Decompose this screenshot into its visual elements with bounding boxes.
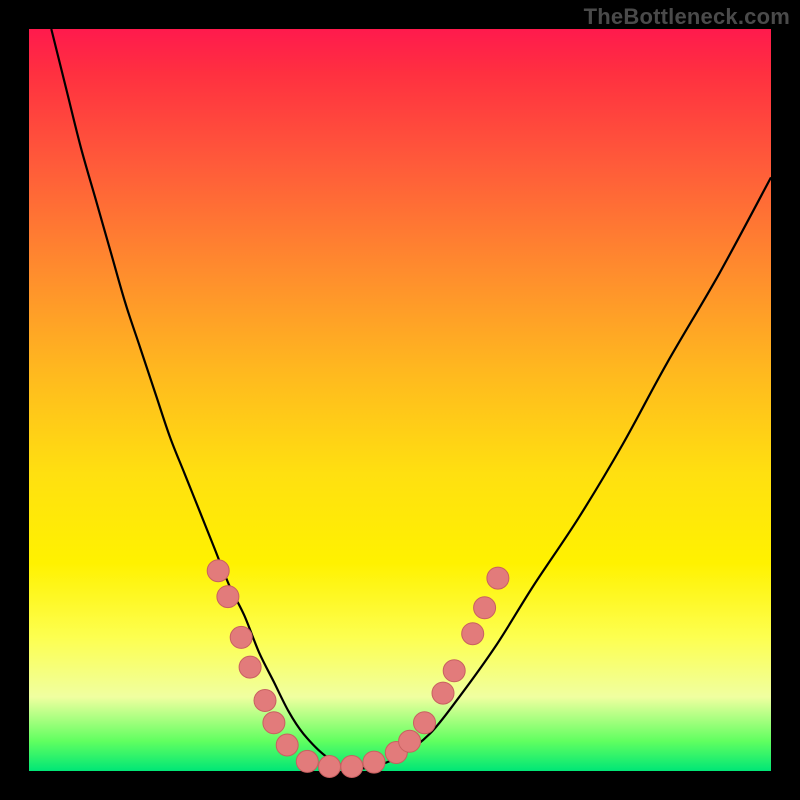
data-marker [363, 751, 385, 773]
data-marker [443, 660, 465, 682]
marker-group [207, 560, 509, 778]
data-marker [239, 656, 261, 678]
data-marker [207, 560, 229, 582]
data-marker [319, 756, 341, 778]
data-marker [341, 756, 363, 778]
data-marker [474, 597, 496, 619]
data-marker [296, 750, 318, 772]
data-marker [432, 682, 454, 704]
attribution-text: TheBottleneck.com [584, 4, 790, 30]
data-marker [414, 712, 436, 734]
bottleneck-curve [51, 29, 771, 769]
data-marker [399, 730, 421, 752]
data-marker [263, 712, 285, 734]
data-marker [487, 567, 509, 589]
data-marker [217, 586, 239, 608]
data-marker [230, 626, 252, 648]
chart-overlay [29, 29, 771, 771]
data-marker [254, 690, 276, 712]
data-marker [276, 734, 298, 756]
data-marker [462, 623, 484, 645]
